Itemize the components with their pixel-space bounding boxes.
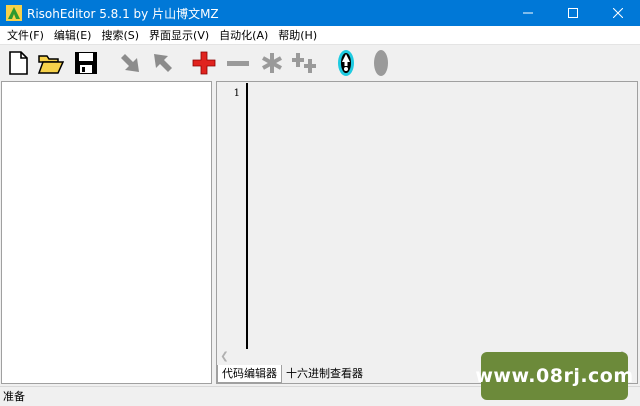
code-editor: 1 — [217, 83, 631, 349]
menu-automation[interactable]: 自动化(A) — [216, 27, 271, 43]
menu-view[interactable]: 界面显示(V) — [146, 27, 212, 43]
editor-tabs: 代码编辑器 十六进制查看器 — [217, 365, 367, 383]
menu-file[interactable]: 文件(F) — [4, 27, 47, 43]
toolbar — [0, 45, 640, 81]
remove-button[interactable] — [224, 49, 252, 77]
minimize-icon — [522, 12, 533, 14]
open-folder-icon — [38, 55, 64, 74]
add-button[interactable] — [190, 49, 218, 77]
new-file-button[interactable] — [4, 49, 32, 77]
code-text-area[interactable] — [248, 83, 631, 349]
tab-hex-viewer[interactable]: 十六进制查看器 — [282, 365, 367, 383]
line-number-gutter: 1 — [217, 83, 246, 349]
scroll-left-icon[interactable]: ❮ — [217, 349, 232, 364]
move-up-button[interactable] — [149, 49, 177, 77]
status-text: 准备 — [3, 390, 25, 403]
ellipse-icon — [374, 50, 388, 76]
close-button[interactable] — [595, 0, 640, 26]
save-button[interactable] — [72, 49, 100, 77]
menu-search[interactable]: 搜索(S) — [98, 27, 142, 43]
asterisk-icon — [262, 53, 282, 73]
tab-code-editor[interactable]: 代码编辑器 — [217, 365, 282, 383]
window-title: RisohEditor 5.8.1 by 片山博文MZ — [27, 6, 219, 21]
add-plus-button[interactable] — [291, 49, 319, 77]
title-bar[interactable]: RisohEditor 5.8.1 by 片山博文MZ — [0, 0, 640, 26]
move-down-button[interactable] — [116, 49, 144, 77]
compile-button[interactable] — [332, 49, 360, 77]
line-number: 1 — [233, 88, 240, 99]
compile-icon — [338, 50, 354, 76]
open-button[interactable] — [37, 49, 65, 77]
move-down-icon — [121, 54, 139, 72]
add-plus-icon — [292, 53, 316, 73]
menu-edit[interactable]: 编辑(E) — [51, 27, 95, 43]
remove-icon — [227, 61, 249, 66]
move-up-icon — [154, 54, 172, 72]
maximize-icon — [567, 8, 578, 18]
menu-help[interactable]: 帮助(H) — [275, 27, 320, 43]
watermark: www.08rj.com — [475, 352, 633, 400]
asterisk-button[interactable] — [258, 49, 286, 77]
ellipse-button[interactable] — [367, 49, 395, 77]
resource-tree-pane[interactable] — [1, 81, 212, 384]
close-icon — [612, 8, 623, 18]
menu-bar: 文件(F) 编辑(E) 搜索(S) 界面显示(V) 自动化(A) 帮助(H) — [0, 26, 640, 45]
app-logo-icon — [6, 5, 22, 21]
save-icon — [75, 52, 97, 74]
minimize-button[interactable] — [505, 0, 550, 26]
maximize-button[interactable] — [550, 0, 595, 26]
add-icon — [192, 51, 216, 75]
watermark-text: www.08rj.com — [475, 365, 634, 387]
new-file-icon — [9, 51, 28, 75]
